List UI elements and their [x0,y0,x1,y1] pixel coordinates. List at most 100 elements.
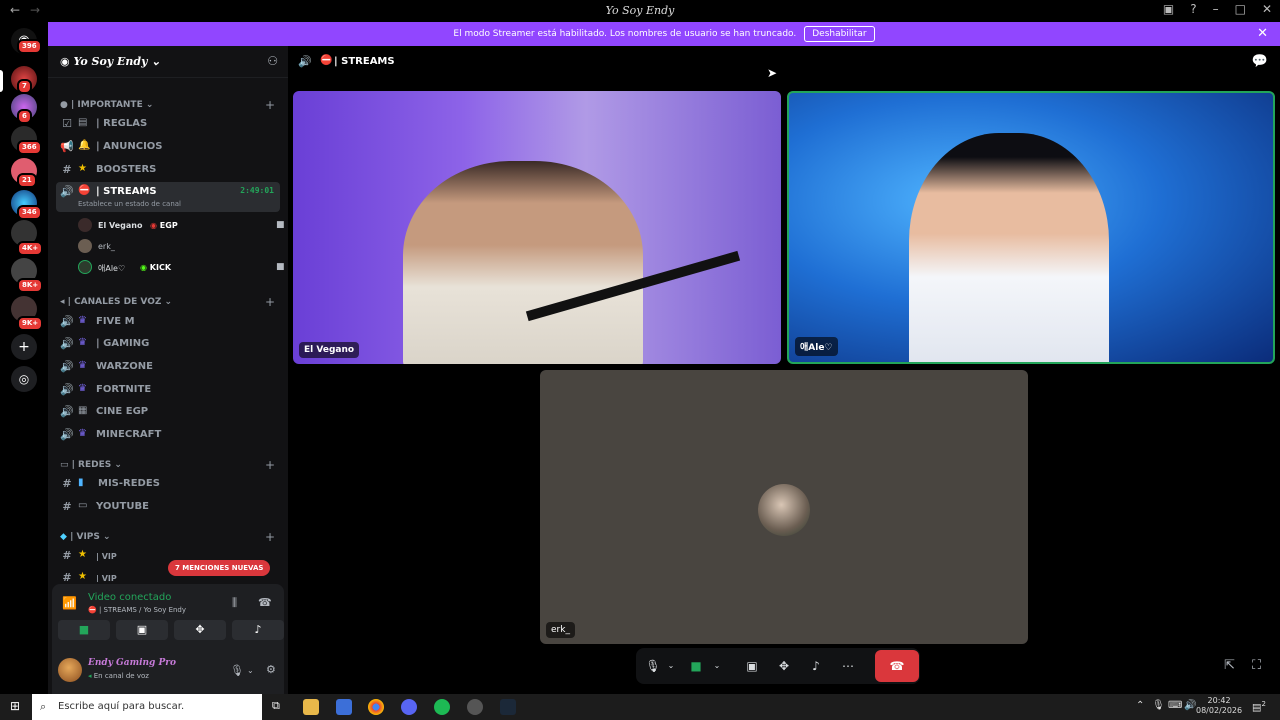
steam-icon[interactable] [500,699,516,715]
explore-icon[interactable]: ◎ [11,366,37,392]
hang-up-button[interactable]: ☎ [875,650,919,682]
network-icon[interactable]: ⌨ [1168,700,1182,711]
clock[interactable]: 20:42 08/02/2026 [1196,696,1242,716]
channel-streams[interactable]: 🔊 ⛔ | STREAMS 2:49:01 Establece un estad… [56,182,280,212]
add-channel-icon[interactable]: + [265,530,275,544]
channel-anuncios[interactable]: 📢 🔔 | ANUNCIOS [56,137,280,157]
chat-bubble-icon[interactable]: 💬 [1252,54,1268,69]
screen-share-icon[interactable]: ▣ [738,648,766,684]
category-importante[interactable]: ● | IMPORTANTE ⌄ + [60,98,275,112]
close-window-button[interactable]: ✕ [1262,2,1272,16]
soundboard-icon[interactable]: ♪ [802,648,830,684]
channel-cineegp[interactable]: 🔊 ▦ CINE EGP [56,402,280,422]
user-status: ◂ En canal de voz [88,672,149,680]
voice-stage: 🔊 ⛔ | STREAMS 💬 El Vegano 애Ale♡ erk_ 🎙 ⌄… [288,46,1280,694]
add-channel-icon[interactable]: + [265,458,275,472]
pop-out-icon[interactable]: ⇱ [1224,658,1235,673]
taskbar-search[interactable]: ⌕ Escribe aquí para buscar. [32,694,262,720]
hash-icon: # [62,500,72,513]
disable-button[interactable]: Deshabilitar [804,26,875,42]
maximize-button[interactable]: □ [1235,2,1246,16]
channel-minecraft[interactable]: 🔊 ♛ MINECRAFT [56,425,280,445]
close-icon[interactable]: ✕ [1257,26,1268,41]
participant-label: El Vegano [299,342,360,358]
microphone-icon[interactable]: 🎙 [642,648,664,684]
disconnect-icon[interactable]: ☎ [258,596,272,609]
category-redes[interactable]: ▭ | REDES ⌄ + [60,458,275,472]
file-explorer-icon[interactable] [303,699,319,715]
channel-reglas[interactable]: ☑ ▤ | REGLAS [56,114,280,134]
unread-badge: 8K+ [17,278,44,293]
audio-tile[interactable]: erk_ [540,370,1028,644]
unread-badge: 21 [17,173,37,188]
camera-button[interactable]: ■ [58,620,110,640]
connection-status[interactable]: Video conectado [88,592,171,603]
microphone-icon[interactable]: 🎙 [230,664,244,677]
noise-suppression-icon[interactable]: ⫼ [232,596,237,610]
connection-location[interactable]: ⛔ | STREAMS / Yo Soy Endy [88,606,186,614]
voice-user[interactable]: 애Ale♡ ◉ KICK ■ [78,260,288,278]
spotify-icon[interactable] [434,699,450,715]
windows-start-icon[interactable]: ⊞ [10,699,20,713]
chevron-down-icon[interactable]: ⌄ [664,648,678,684]
channel-misredes[interactable]: # ▮ MIS-REDES [56,474,280,494]
task-view-icon[interactable]: ⧉ [272,699,288,715]
more-options-icon[interactable]: ⋯ [834,648,862,684]
help-icon[interactable]: ? [1190,2,1196,16]
channel-warzone[interactable]: 🔊 ♛ WARZONE [56,357,280,377]
add-channel-icon[interactable]: + [265,98,275,112]
channel-boosters[interactable]: # ★ BOOSTERS [56,160,280,180]
channel-fivem[interactable]: 🔊 ♛ FIVE M [56,312,280,332]
speaker-icon: 🔊 [60,360,74,373]
category-vips[interactable]: ◆ | VIPS ⌄ + [60,530,275,544]
activities-button[interactable]: ✥ [174,620,226,640]
speaker-icon: 🔊 [60,428,74,441]
store-icon[interactable] [336,699,352,715]
avatar [758,484,810,536]
active-server-pill [0,70,3,92]
channel-youtube[interactable]: # ▭ YOUTUBE [56,497,280,517]
screen-share-button[interactable]: ▣ [116,620,168,640]
voice-user[interactable]: El Vegano ◉ EGP ■ [78,218,288,236]
new-mentions-pill[interactable]: 7 MENCIONES NUEVAS [168,560,271,576]
username[interactable]: Endy Gaming Pro [88,658,176,668]
notifications-icon[interactable]: ▤2 [1252,700,1266,713]
activities-icon[interactable]: ✥ [770,648,798,684]
category-voz[interactable]: ◂ | CANALES DE VOZ ⌄ + [60,295,275,309]
server-header[interactable]: ◉ Yo Soy Endy ⌄ ⚇ [48,46,288,78]
discord-taskbar-icon[interactable] [401,699,417,715]
channel-status[interactable]: Establece un estado de canal [78,200,181,208]
signal-icon[interactable]: 📶 [62,596,77,610]
show-hidden-icons[interactable]: ⌃ [1136,700,1144,711]
obs-icon[interactable] [467,699,483,715]
avatar [78,260,92,274]
minimize-button[interactable]: – [1213,2,1219,16]
volume-icon[interactable]: 🔊 [1184,700,1196,711]
chevron-down-icon[interactable]: ⌄ [710,648,724,684]
chrome-icon[interactable] [368,699,384,715]
voice-user[interactable]: erk_ [78,239,288,257]
avatar [78,239,92,253]
fullscreen-icon[interactable]: ⛶ [1252,658,1261,673]
add-server-icon[interactable]: + [11,334,37,360]
video-tile-speaking[interactable]: 애Ale♡ [787,91,1275,364]
server-name: ◉ Yo Soy Endy ⌄ [60,55,161,68]
hash-icon: # [62,477,72,490]
megaphone-icon: 📢 [60,140,74,153]
chevron-down-icon[interactable]: ⌄ [247,666,254,675]
avatar[interactable] [58,658,82,682]
microphone-tray-icon[interactable]: 🎙 [1152,700,1165,711]
settings-gear-icon[interactable]: ⚙ [266,663,276,676]
unread-badge: 396 [17,39,42,54]
channel-fortnite[interactable]: 🔊 ♛ FORTNITE [56,380,280,400]
no-entry-icon: ⛔ [320,55,333,66]
soundboard-button[interactable]: ♪ [232,620,284,640]
camera-icon[interactable]: ■ [682,648,710,684]
unread-badge: 9K+ [17,316,44,331]
add-channel-icon[interactable]: + [265,295,275,309]
channel-gaming[interactable]: 🔊 ♛ | GAMING [56,334,280,354]
inbox-icon[interactable]: ▣ [1163,2,1174,16]
video-tile[interactable]: El Vegano [293,91,781,364]
invite-icon[interactable]: ⚇ [267,54,278,68]
speaker-icon: 🔊 [60,405,74,418]
